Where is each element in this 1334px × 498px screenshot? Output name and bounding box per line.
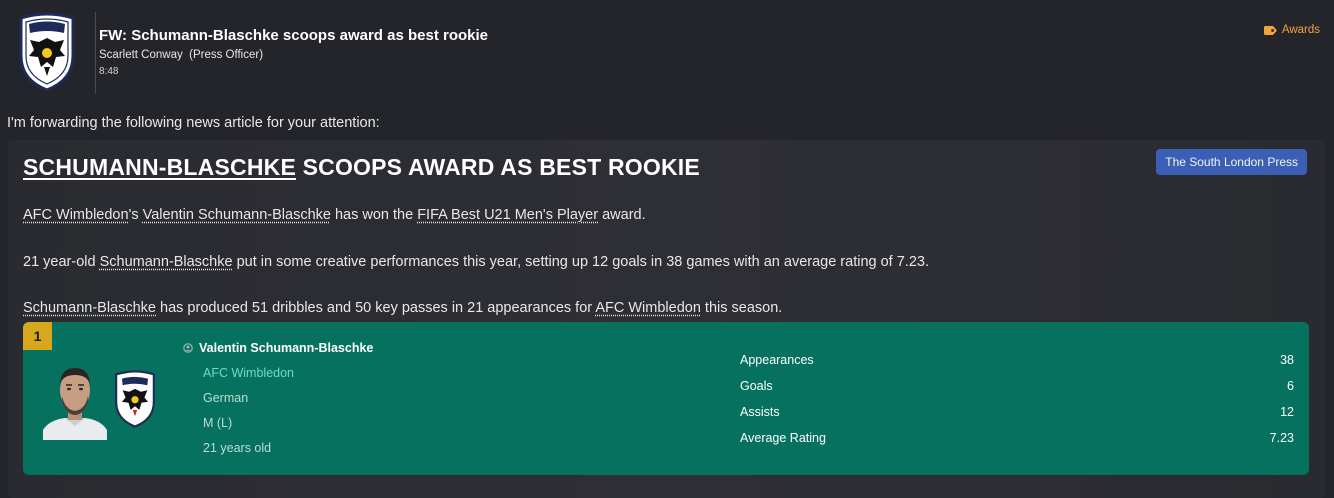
stat-label-average-rating: Average Rating (740, 431, 826, 445)
article-paragraph-3: Schumann-Blaschke has produced 51 dribbl… (23, 300, 783, 316)
article-headline: SCHUMANN-BLASCHKE SCOOPS AWARD AS BEST R… (23, 154, 700, 181)
headline-player-link[interactable]: SCHUMANN-BLASCHKE (23, 154, 296, 180)
message-sender[interactable]: Scarlett Conway (Press Officer) (99, 49, 263, 61)
player-award-card: 1 Valentin Schumann-Blaschke AFC Wimbled… (23, 322, 1309, 475)
player-age: 21 years old (203, 441, 272, 455)
message-time: 8:48 (99, 66, 119, 77)
category-label: Awards (1281, 24, 1320, 36)
sender-role: (Press Officer) (189, 49, 264, 61)
stat-value-average-rating: 7.23 (1269, 431, 1294, 445)
forward-intro: I'm forwarding the following news articl… (7, 115, 380, 131)
stat-label-appearances: Appearances (740, 353, 814, 367)
stat-label-assists: Assists (740, 405, 780, 419)
club-crest-icon[interactable] (17, 12, 77, 92)
award-link[interactable]: FIFA Best U21 Men's Player (417, 207, 598, 223)
message-header: FW: Schumann-Blaschke scoops award as be… (0, 0, 1334, 100)
player-link[interactable]: Valentin Schumann-Blaschke (143, 207, 331, 223)
player-link[interactable]: Schumann-Blaschke (23, 300, 156, 316)
message-subject: FW: Schumann-Blaschke scoops award as be… (99, 27, 489, 44)
player-link[interactable]: Schumann-Blaschke (100, 254, 233, 270)
article-paragraph-1: AFC Wimbledon's Valentin Schumann-Blasch… (23, 207, 646, 223)
club-link[interactable]: AFC Wimbledon (23, 207, 129, 223)
player-nationality: German (203, 391, 249, 405)
player-position: M (L) (203, 416, 233, 430)
sender-name[interactable]: Scarlett Conway (99, 49, 183, 61)
header-divider (95, 12, 96, 94)
tag-icon (1263, 25, 1277, 35)
rank-badge: 1 (23, 322, 52, 350)
player-face[interactable] (43, 360, 107, 440)
player-name-text: Valentin Schumann-Blaschke (199, 341, 374, 355)
person-icon (183, 343, 193, 353)
stat-label-goals: Goals (740, 379, 773, 393)
player-club-link[interactable]: AFC Wimbledon (203, 366, 294, 380)
headline-rest: SCOOPS AWARD AS BEST ROOKIE (296, 154, 700, 180)
news-article: SCHUMANN-BLASCHKE SCOOPS AWARD AS BEST R… (8, 140, 1325, 498)
player-name[interactable]: Valentin Schumann-Blaschke (183, 341, 373, 355)
club-link[interactable]: AFC Wimbledon (595, 300, 701, 316)
category-tag[interactable]: Awards (1263, 24, 1320, 36)
article-paragraph-2: 21 year-old Schumann-Blaschke put in som… (23, 254, 929, 270)
stat-value-assists: 12 (1280, 405, 1294, 419)
stat-value-goals: 6 (1287, 379, 1294, 393)
club-crest-icon[interactable] (113, 370, 157, 428)
stat-value-appearances: 38 (1280, 353, 1294, 367)
source-button[interactable]: The South London Press (1156, 149, 1307, 175)
